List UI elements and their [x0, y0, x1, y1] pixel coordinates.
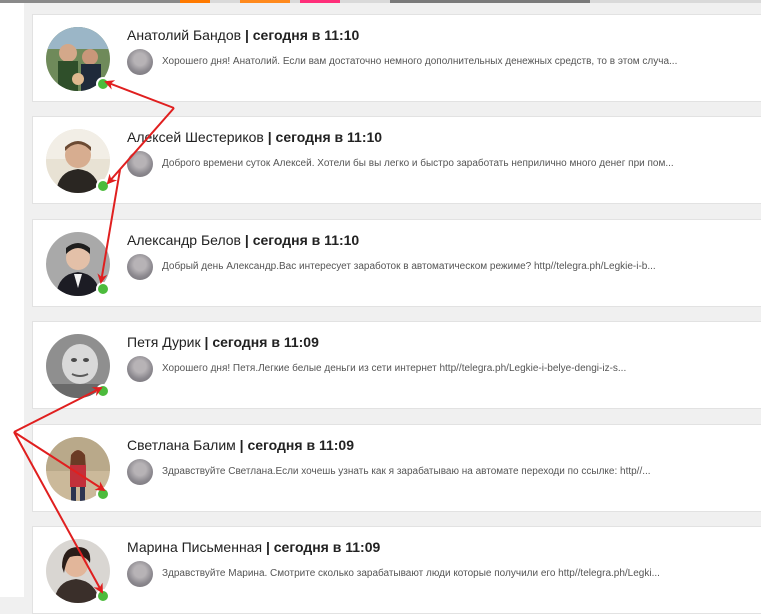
- left-sidebar-strip: [0, 3, 24, 597]
- message-preview: Здравствуйте Марина. Смотрите сколько за…: [162, 568, 660, 579]
- avatar[interactable]: [46, 27, 110, 91]
- last-message[interactable]: Здравствуйте Марина. Смотрите сколько за…: [127, 561, 761, 589]
- sender-avatar: [127, 356, 153, 382]
- sender-avatar: [127, 151, 153, 177]
- online-indicator: [96, 282, 110, 296]
- conversation-title[interactable]: Александр Белов | сегодня в 11:10: [127, 232, 359, 248]
- last-message[interactable]: Здравствуйте Светлана.Если хочешь узнать…: [127, 459, 761, 487]
- conversation-item[interactable]: Светлана Балим | сегодня в 11:09 Здравст…: [32, 424, 761, 512]
- conversation-item[interactable]: Алексей Шестериков | сегодня в 11:10 Доб…: [32, 116, 761, 204]
- conversation-title[interactable]: Алексей Шестериков | сегодня в 11:10: [127, 129, 382, 145]
- sender-avatar: [127, 561, 153, 587]
- conversation-item[interactable]: Марина Письменная | сегодня в 11:09 Здра…: [32, 526, 761, 614]
- conversation-item[interactable]: Петя Дурик | сегодня в 11:09 Хорошего дн…: [32, 321, 761, 409]
- last-message[interactable]: Доброго времени суток Алексей. Хотели бы…: [127, 151, 761, 179]
- conversation-title[interactable]: Светлана Балим | сегодня в 11:09: [127, 437, 354, 453]
- message-preview: Доброго времени суток Алексей. Хотели бы…: [162, 158, 674, 169]
- sender-avatar: [127, 459, 153, 485]
- sender-avatar: [127, 254, 153, 280]
- message-preview: Добрый день Александр.Вас интересует зар…: [162, 261, 656, 272]
- conversation-title[interactable]: Анатолий Бандов | сегодня в 11:10: [127, 27, 359, 43]
- online-indicator: [96, 384, 110, 398]
- avatar[interactable]: [46, 129, 110, 193]
- online-indicator: [96, 589, 110, 603]
- conversation-item[interactable]: Александр Белов | сегодня в 11:10 Добрый…: [32, 219, 761, 307]
- message-preview: Хорошего дня! Анатолий. Если вам достато…: [162, 56, 678, 67]
- conversation-item[interactable]: Анатолий Бандов | сегодня в 11:10 Хороше…: [32, 14, 761, 102]
- last-message[interactable]: Добрый день Александр.Вас интересует зар…: [127, 254, 761, 282]
- online-indicator: [96, 77, 110, 91]
- message-preview: Хорошего дня! Петя.Легкие белые деньги и…: [162, 363, 627, 374]
- avatar[interactable]: [46, 539, 110, 603]
- conversation-title[interactable]: Марина Письменная | сегодня в 11:09: [127, 539, 380, 555]
- sender-avatar: [127, 49, 153, 75]
- avatar[interactable]: [46, 232, 110, 296]
- avatar[interactable]: [46, 437, 110, 501]
- last-message[interactable]: Хорошего дня! Петя.Легкие белые деньги и…: [127, 356, 761, 384]
- conversation-list: Анатолий Бандов | сегодня в 11:10 Хороше…: [32, 0, 761, 614]
- last-message[interactable]: Хорошего дня! Анатолий. Если вам достато…: [127, 49, 761, 77]
- avatar[interactable]: [46, 334, 110, 398]
- online-indicator: [96, 179, 110, 193]
- message-preview: Здравствуйте Светлана.Если хочешь узнать…: [162, 466, 651, 477]
- conversation-title[interactable]: Петя Дурик | сегодня в 11:09: [127, 334, 319, 350]
- online-indicator: [96, 487, 110, 501]
